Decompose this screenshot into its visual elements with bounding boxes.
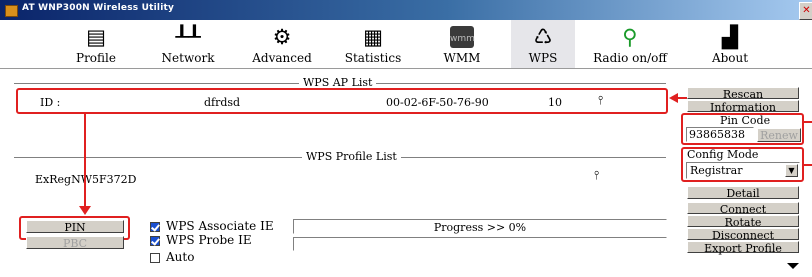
config-mode-select[interactable]: Registrar ▼ (686, 162, 800, 179)
tab-radio-on-off[interactable]: ⚲ Radio on/off (588, 20, 672, 68)
wps-probe-ie-checkbox[interactable] (150, 236, 160, 246)
rescan-button[interactable]: Rescan (687, 87, 799, 101)
rotate-button[interactable]: Rotate (687, 215, 799, 229)
ap-channel: 10 (548, 96, 562, 109)
advanced-icon: ⚙ (272, 25, 292, 49)
config-mode-value: Registrar (690, 164, 743, 177)
connect-button[interactable]: Connect (687, 202, 799, 216)
tab-profile-label: Profile (76, 51, 116, 65)
wps-associate-ie-checkbox[interactable] (150, 222, 160, 232)
scroll-down-icon[interactable] (787, 263, 799, 269)
tab-wps[interactable]: ♺ WPS (511, 20, 575, 68)
pin-code-field[interactable]: 93865838 (686, 127, 754, 142)
tab-profile[interactable]: ▤ Profile (60, 20, 132, 68)
wps-icon: ♺ (533, 25, 553, 49)
tab-wmm[interactable]: wmm WMM (426, 20, 498, 68)
tab-advanced[interactable]: ⚙ Advanced (246, 20, 318, 68)
chevron-down-icon[interactable]: ▼ (785, 164, 798, 177)
about-icon: ▟ (721, 25, 739, 49)
app-icon (5, 5, 18, 17)
arrow-to-side-line (677, 97, 687, 99)
profile-lock-icon: ⫯ (594, 168, 600, 182)
title-bar: AT WNP300N Wireless Utility ✕ (0, 0, 812, 20)
wps-probe-ie-label: WPS Probe IE (166, 233, 252, 247)
pbc-button[interactable]: PBC (26, 236, 124, 250)
ap-list-row[interactable]: ID : dfrdsd 00-02-6F-50-76-90 10 ⫯ (16, 88, 668, 114)
window-title: AT WNP300N Wireless Utility (22, 3, 175, 13)
auto-checkbox[interactable] (150, 253, 160, 263)
disconnect-button[interactable]: Disconnect (687, 228, 799, 242)
ap-id-label: ID : (40, 96, 61, 109)
tab-statistics-label: Statistics (344, 51, 402, 65)
tab-advanced-label: Advanced (252, 51, 312, 65)
information-button[interactable]: Information (687, 100, 799, 114)
arrow-to-pin-line (84, 114, 86, 210)
statistics-icon: ▦ (363, 25, 383, 49)
tab-statistics[interactable]: ▦ Statistics (337, 20, 409, 68)
arrow-to-pin-head (79, 206, 91, 215)
config-mode-connector (804, 164, 812, 166)
wmm-icon: wmm (450, 26, 475, 48)
export-profile-button[interactable]: Export Profile (687, 241, 799, 255)
renew-button[interactable]: Renew (757, 128, 801, 142)
tab-wps-label: WPS (528, 51, 558, 65)
detail-button[interactable]: Detail (687, 186, 799, 200)
tab-network-label: Network (161, 51, 215, 65)
lock-icon: ⫯ (598, 93, 604, 107)
toolbar: ▤ Profile ┸┸ Network ⚙ Advanced ▦ Statis… (0, 20, 812, 69)
tab-radio-label: Radio on/off (593, 51, 667, 65)
tab-wmm-label: WMM (443, 51, 481, 65)
ap-bssid: 00-02-6F-50-76-90 (386, 96, 489, 109)
wps-associate-ie-label: WPS Associate IE (166, 219, 274, 233)
pin-button[interactable]: PIN (26, 220, 124, 234)
progress-text: Progress >> 0% (433, 221, 527, 234)
network-icon: ┸┸ (175, 25, 201, 49)
ap-ssid: dfrdsd (204, 96, 241, 109)
auto-label: Auto (166, 250, 195, 264)
pin-code-label: Pin Code (720, 114, 771, 127)
profile-icon: ▤ (86, 25, 106, 49)
status-field (293, 237, 667, 251)
progress-bar: Progress >> 0% (293, 219, 667, 234)
tab-about-label: About (711, 51, 749, 65)
pin-code-connector (804, 121, 812, 123)
profile-list-title: WPS Profile List (302, 150, 401, 163)
close-button[interactable]: ✕ (799, 2, 812, 20)
tab-network[interactable]: ┸┸ Network (152, 20, 224, 68)
tab-about[interactable]: ▟ About (700, 20, 760, 68)
config-mode-label: Config Mode (687, 148, 759, 161)
radio-icon: ⚲ (622, 25, 638, 49)
